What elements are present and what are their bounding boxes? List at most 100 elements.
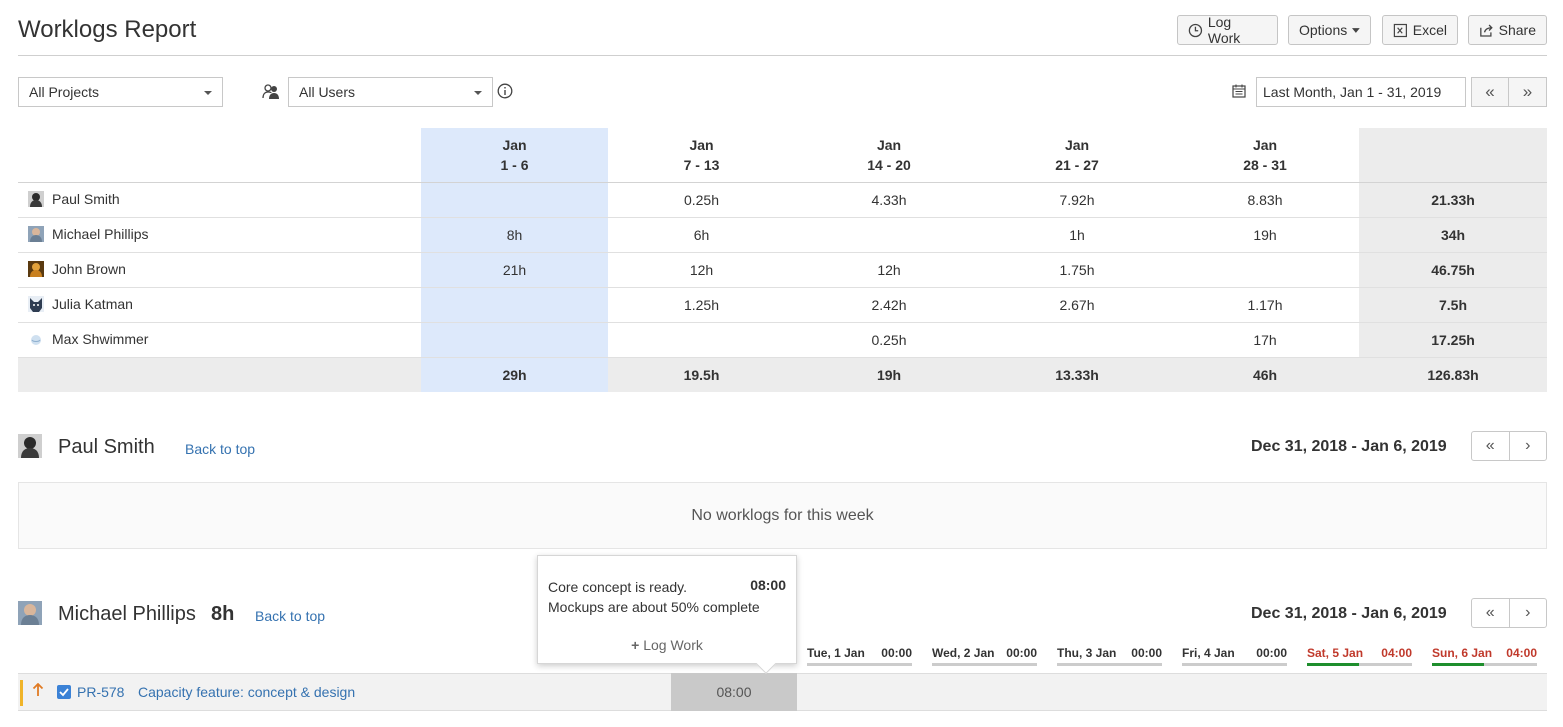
projects-select-value: All Projects: [29, 84, 100, 100]
prev-period-button[interactable]: «: [1471, 77, 1509, 107]
hours-cell[interactable]: [608, 322, 795, 358]
back-to-top-link[interactable]: Back to top: [185, 441, 255, 457]
totals-label-cell: [18, 357, 421, 392]
options-button[interactable]: Options: [1288, 15, 1371, 45]
total-cell: 7.5h: [1359, 287, 1547, 323]
user-cell[interactable]: Max Shwimmer: [18, 322, 421, 358]
week-total-cell: 46h: [1171, 357, 1359, 392]
hours-cell[interactable]: [983, 322, 1171, 358]
week-total-cell: 13.33h: [983, 357, 1171, 392]
avatar: [28, 261, 44, 278]
hours-cell[interactable]: 8h: [421, 217, 608, 253]
issue-key-link[interactable]: PR-578: [77, 684, 124, 700]
hours-cell[interactable]: [795, 217, 983, 253]
hours-cell[interactable]: 2.67h: [983, 287, 1171, 323]
worklog-cell[interactable]: 08:00: [671, 673, 797, 711]
share-button[interactable]: Share: [1468, 15, 1547, 45]
date-range-value: Last Month, Jan 1 - 31, 2019: [1263, 84, 1442, 100]
page-title: Worklogs Report: [18, 16, 197, 43]
day-column-header-weekend: Sat, 5 Jan 04:00: [1307, 646, 1412, 666]
hours-cell[interactable]: 1.25h: [608, 287, 795, 323]
excel-button[interactable]: Excel: [1382, 15, 1458, 45]
users-select-value: All Users: [299, 84, 356, 100]
hours-cell[interactable]: 4.33h: [795, 182, 983, 218]
section-user-hours: 8h: [211, 603, 235, 625]
total-header: [1359, 128, 1547, 183]
week-range: Dec 31, 2018 - Jan 6, 2019: [1251, 605, 1447, 622]
table-row: Max Shwimmer 0.25h 17h 17.25h: [18, 322, 1547, 358]
week-header[interactable]: Jan 7 - 13: [608, 128, 795, 183]
hours-cell[interactable]: 7.92h: [983, 182, 1171, 218]
avatar: [28, 226, 44, 243]
users-select[interactable]: All Users: [288, 77, 493, 107]
table-row: Michael Phillips 8h 6h 1h 19h 34h: [18, 217, 1547, 253]
week-total-cell: 19.5h: [608, 357, 795, 392]
header-name-cell: [18, 128, 421, 183]
user-cell[interactable]: Paul Smith: [18, 182, 421, 218]
user-cell[interactable]: Michael Phillips: [18, 217, 421, 253]
next-period-button[interactable]: »: [1508, 77, 1547, 107]
plus-icon: +: [631, 637, 640, 653]
chevron-right-icon[interactable]: ›: [1508, 432, 1547, 460]
day-column-header: Thu, 3 Jan 00:00: [1057, 646, 1162, 666]
user-cell[interactable]: Julia Katman: [18, 287, 421, 323]
info-icon[interactable]: [497, 83, 513, 99]
empty-worklogs-message: No worklogs for this week: [18, 482, 1547, 549]
date-range-input[interactable]: Last Month, Jan 1 - 31, 2019: [1256, 77, 1466, 107]
week-header[interactable]: Jan 1 - 6: [421, 128, 608, 183]
options-label: Options: [1299, 22, 1348, 38]
week-header[interactable]: Jan 28 - 31: [1171, 128, 1359, 183]
hours-cell[interactable]: 19h: [1171, 217, 1359, 253]
hours-cell[interactable]: 0.25h: [795, 322, 983, 358]
projects-select[interactable]: All Projects: [18, 77, 223, 107]
log-work-label: Log Work: [1207, 14, 1241, 46]
total-cell: 46.75h: [1359, 252, 1547, 288]
hours-cell[interactable]: 21h: [421, 252, 608, 288]
double-chevron-left-icon[interactable]: «: [1472, 432, 1509, 460]
hours-cell[interactable]: 1.75h: [983, 252, 1171, 288]
avatar: [28, 296, 44, 313]
double-chevron-left-icon[interactable]: «: [1472, 599, 1509, 627]
week-total-cell: 29h: [421, 357, 608, 392]
table-row: Paul Smith 0.25h 4.33h 7.92h 8.83h 21.33…: [18, 182, 1547, 218]
logged-time-bar: [1307, 663, 1359, 666]
day-column-header: Fri, 4 Jan 00:00: [1182, 646, 1287, 666]
hours-cell[interactable]: 17h: [1171, 322, 1359, 358]
hours-cell[interactable]: 12h: [608, 252, 795, 288]
back-to-top-link[interactable]: Back to top: [255, 608, 325, 624]
hours-cell[interactable]: 1.17h: [1171, 287, 1359, 323]
priority-up-arrow-icon: [32, 683, 44, 696]
hours-cell[interactable]: [421, 322, 608, 358]
users-icon: [262, 84, 279, 99]
hours-cell[interactable]: [1171, 252, 1359, 288]
grand-total-cell: 126.83h: [1359, 357, 1547, 392]
task-type-icon: [57, 685, 71, 699]
excel-label: Excel: [1412, 22, 1447, 38]
popover-log-work-button[interactable]: + Log Work: [538, 637, 796, 653]
hours-cell[interactable]: 1h: [983, 217, 1171, 253]
hours-cell[interactable]: [421, 182, 608, 218]
hours-cell[interactable]: [421, 287, 608, 323]
chevron-down-icon: [474, 91, 482, 95]
hours-cell[interactable]: 2.42h: [795, 287, 983, 323]
calendar-icon: [1232, 84, 1246, 98]
header-divider: [18, 55, 1547, 56]
popover-pointer: [756, 654, 776, 674]
worklog-time: 08:00: [750, 577, 786, 593]
hours-cell[interactable]: 0.25h: [608, 182, 795, 218]
summary-table: Jan 1 - 6 Jan 7 - 13 Jan 14 - 20 Jan 21 - 27…: [18, 128, 1547, 392]
user-cell[interactable]: John Brown: [18, 252, 421, 288]
week-header[interactable]: Jan 14 - 20: [795, 128, 983, 183]
log-work-button[interactable]: Log Work: [1177, 14, 1278, 46]
hours-cell[interactable]: 8.83h: [1171, 182, 1359, 218]
hours-cell[interactable]: 6h: [608, 217, 795, 253]
share-icon: [1480, 24, 1493, 37]
total-cell: 21.33h: [1359, 182, 1547, 218]
hours-cell[interactable]: 12h: [795, 252, 983, 288]
week-header[interactable]: Jan 21 - 27: [983, 128, 1171, 183]
worklog-comment: Core concept is ready. Mockups are about…: [548, 579, 760, 615]
issue-summary-link[interactable]: Capacity feature: concept & design: [138, 684, 355, 700]
chevron-right-icon[interactable]: ›: [1508, 599, 1547, 627]
chevron-down-icon: [204, 91, 212, 95]
day-column-header-weekend: Sun, 6 Jan 04:00: [1432, 646, 1537, 666]
